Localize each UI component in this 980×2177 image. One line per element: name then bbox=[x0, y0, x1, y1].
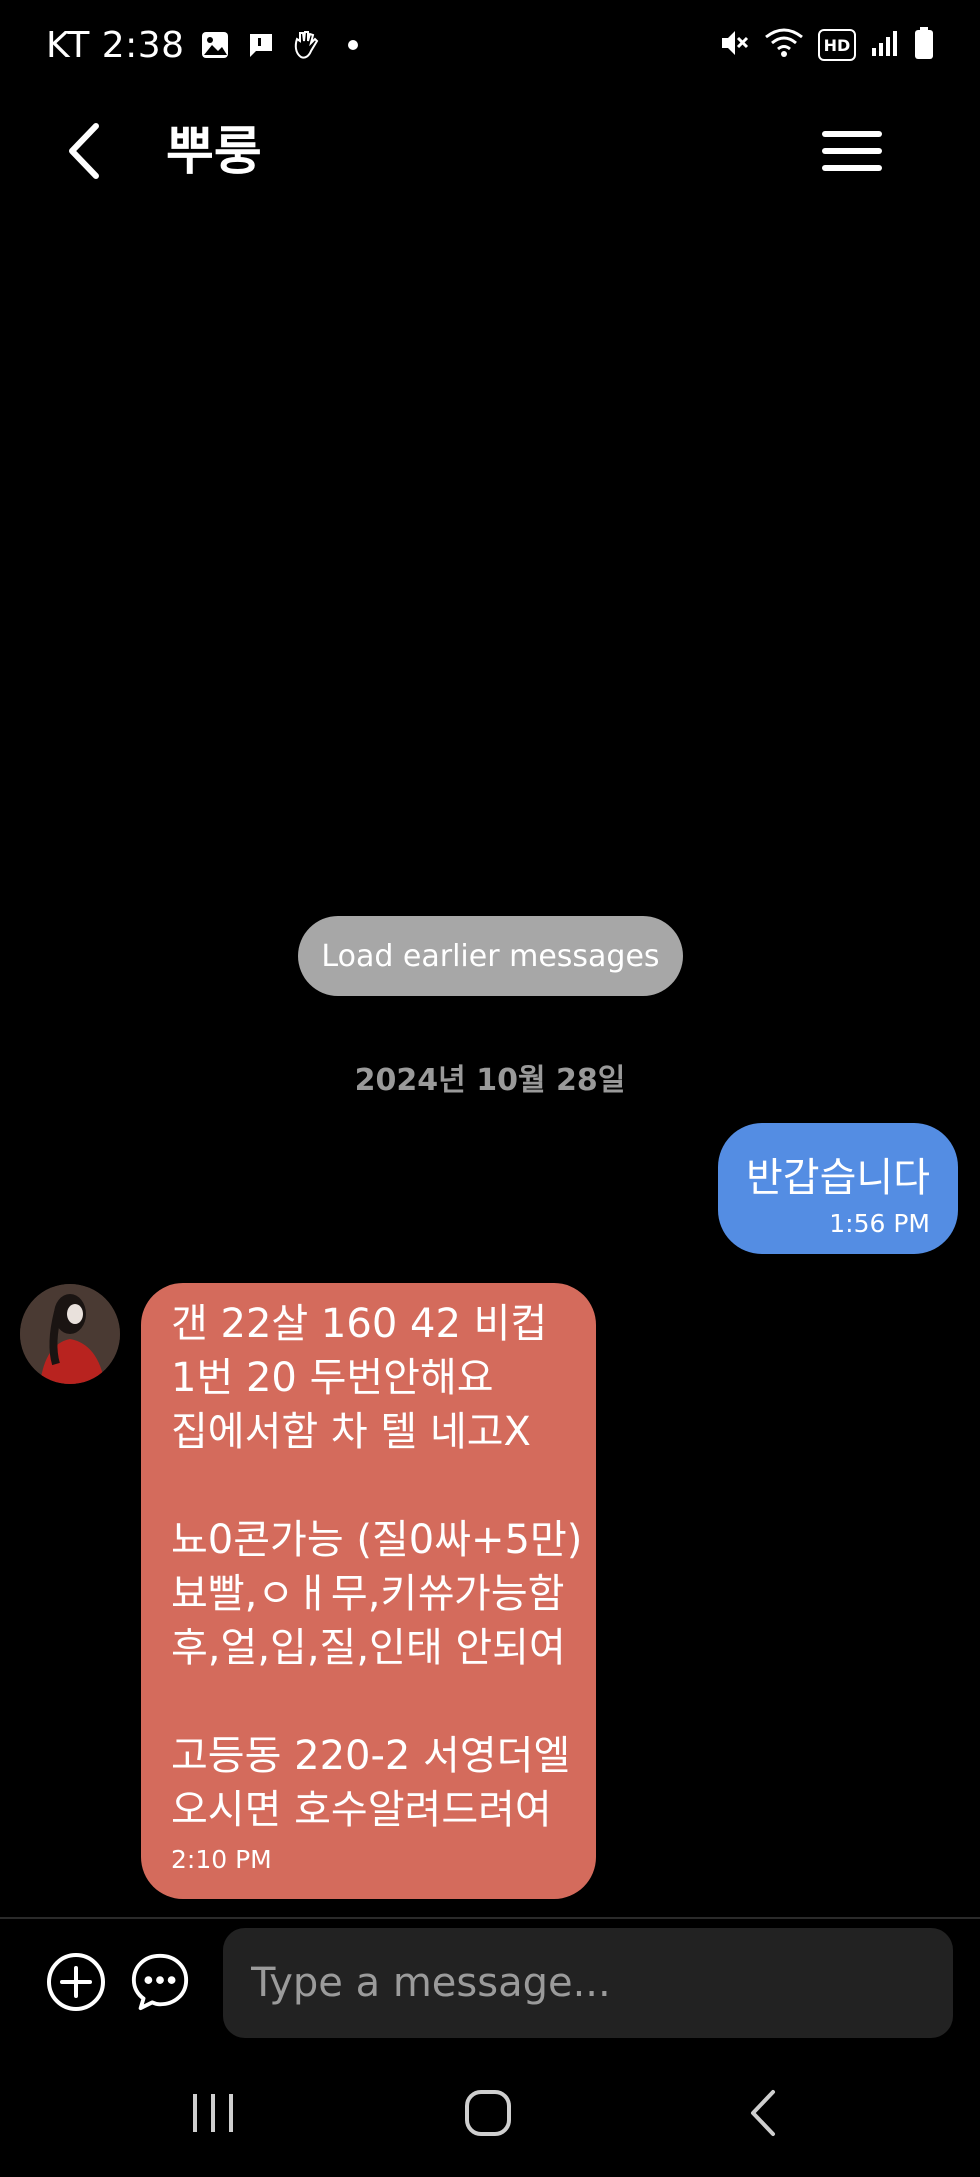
battery-icon bbox=[914, 26, 934, 64]
load-earlier-label: Load earlier messages bbox=[321, 938, 660, 974]
message-line: 뇨0콘가능 (질0싸+5만) bbox=[171, 1517, 583, 1563]
chat-title: 뿌룽 bbox=[166, 122, 262, 182]
recent-apps-icon bbox=[193, 2094, 233, 2132]
avatar[interactable] bbox=[20, 1284, 120, 1384]
message-line: 뵤빨,ㅇㅐ무,키쓔가능함 bbox=[171, 1571, 565, 1617]
home-icon bbox=[465, 2090, 511, 2136]
message-line: 오시면 호수알려드려여 bbox=[171, 1787, 552, 1833]
date-separator: 2024년 10월 28일 bbox=[354, 1063, 626, 1098]
chat-options-button[interactable] bbox=[129, 1951, 191, 2013]
hand-wave-icon bbox=[291, 29, 323, 61]
mute-icon bbox=[718, 27, 750, 63]
message-text: 반갑습니다 bbox=[746, 1155, 930, 1201]
message-line: 고등동 220-2 서영더엘 bbox=[171, 1733, 571, 1779]
chat-notification-icon bbox=[245, 29, 277, 61]
incoming-message-bubble[interactable]: 갠 22살 160 42 비컵 1번 20 두번안해요 집에서함 차 텔 네고X… bbox=[141, 1283, 596, 1899]
wifi-icon bbox=[764, 27, 804, 63]
message-composer bbox=[0, 1919, 980, 2049]
chat-header: 뿌룽 bbox=[0, 90, 980, 210]
message-line: 1번 20 두번안해요 bbox=[171, 1355, 494, 1401]
recent-apps-button[interactable] bbox=[168, 2078, 258, 2148]
outgoing-message-bubble[interactable]: 반갑습니다 1:56 PM bbox=[718, 1123, 958, 1254]
menu-button[interactable] bbox=[820, 124, 884, 178]
signal-icon bbox=[870, 28, 900, 62]
nav-back-button[interactable] bbox=[718, 2078, 808, 2148]
chat-bubble-icon bbox=[131, 1953, 189, 2011]
chevron-left-icon bbox=[69, 123, 99, 179]
message-line: 집에서함 차 텔 네고X bbox=[171, 1409, 531, 1455]
dot-icon bbox=[337, 29, 369, 61]
home-button[interactable] bbox=[443, 2078, 533, 2148]
hd-voice-icon: HD bbox=[818, 29, 856, 61]
plus-circle-icon bbox=[47, 1953, 105, 2011]
status-bar: KT 2:38 HD bbox=[0, 0, 980, 90]
back-button[interactable] bbox=[54, 116, 114, 186]
add-attachment-button[interactable] bbox=[45, 1951, 107, 2013]
message-line: 후,얼,입,질,인태 안되여 bbox=[171, 1625, 566, 1671]
message-time: 2:10 PM bbox=[171, 1845, 272, 1874]
message-input[interactable] bbox=[223, 1928, 953, 2038]
load-earlier-messages-button[interactable]: Load earlier messages bbox=[298, 916, 683, 996]
gallery-icon bbox=[199, 29, 231, 61]
status-carrier-time: KT 2:38 bbox=[46, 24, 185, 66]
back-icon bbox=[751, 2090, 775, 2136]
message-line: 갠 22살 160 42 비컵 bbox=[171, 1301, 548, 1347]
hamburger-menu-icon bbox=[822, 131, 882, 171]
system-nav-bar bbox=[0, 2050, 980, 2177]
message-time: 1:56 PM bbox=[829, 1209, 930, 1238]
